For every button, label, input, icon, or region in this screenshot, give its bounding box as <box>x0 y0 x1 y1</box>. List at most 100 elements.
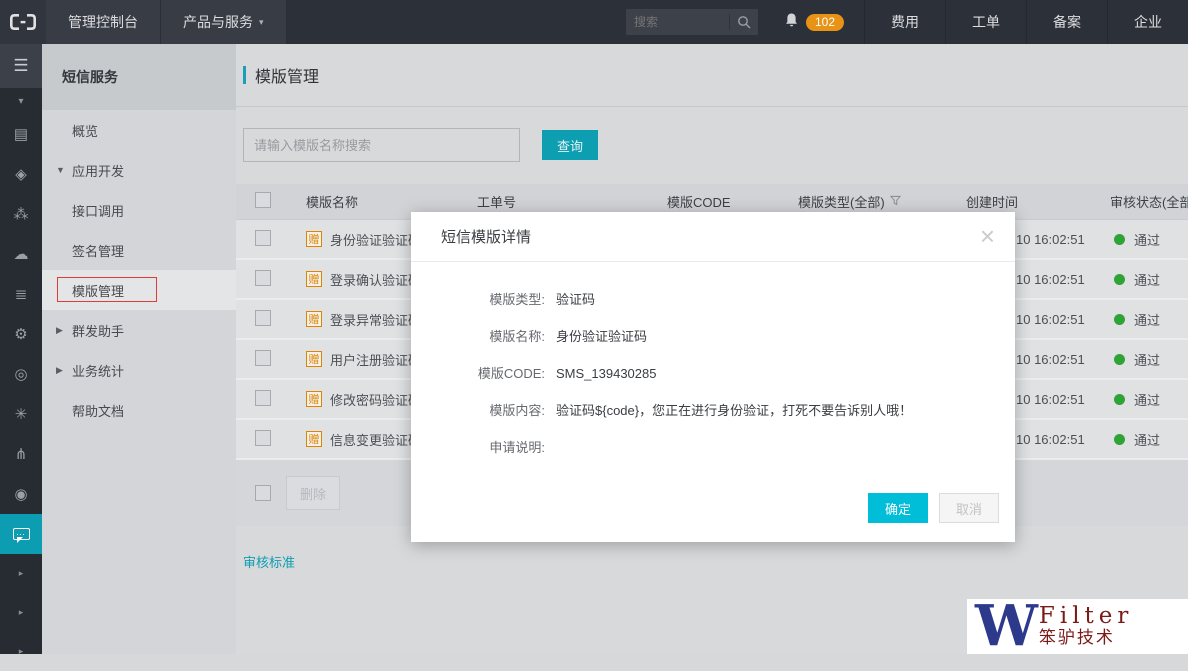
gift-badge: 赠 <box>306 271 322 287</box>
row-checkbox[interactable] <box>255 270 271 286</box>
sidebar: 短信服务 概览 ▼ 应用开发 接口调用 签名管理 模版管理 ▶ 群发助手 ▶ 业… <box>42 44 236 654</box>
status-cell: 通过 <box>1110 350 1188 369</box>
col-header-status-filter[interactable]: 审核状态(全部 <box>1110 192 1188 211</box>
review-standard-link[interactable]: 审核标准 <box>243 552 295 571</box>
gear-icon[interactable]: ⚙ <box>0 314 42 354</box>
status-dot-icon <box>1114 434 1125 445</box>
status-text: 通过 <box>1134 270 1160 289</box>
rail-collapse-icon[interactable]: ▾ <box>0 88 42 114</box>
rail-expand-icon-1[interactable]: ▸ <box>0 554 42 593</box>
status-cell: 通过 <box>1110 430 1188 449</box>
nav-billing[interactable]: 费用 <box>864 0 945 44</box>
notifications[interactable]: 102 <box>784 0 844 44</box>
status-text: 通过 <box>1134 430 1160 449</box>
template-name: 登录异常验证码 <box>330 310 421 329</box>
cancel-button[interactable]: 取消 <box>939 493 999 523</box>
field-label-name: 模版名称: <box>411 326 545 347</box>
delete-button[interactable]: 删除 <box>286 476 340 510</box>
status-dot-icon <box>1114 234 1125 245</box>
toolbar: 查询 <box>243 128 1188 162</box>
template-search-input[interactable] <box>243 128 520 162</box>
nav-beian[interactable]: 备案 <box>1026 0 1107 44</box>
status-dot-icon <box>1114 394 1125 405</box>
footer-select-all-checkbox[interactable] <box>255 485 271 501</box>
nav-ticket[interactable]: 工单 <box>945 0 1026 44</box>
field-row-type: 模版类型: 验证码 <box>411 289 1015 310</box>
sidebar-item-app-dev[interactable]: ▼ 应用开发 <box>42 150 236 190</box>
gift-badge: 赠 <box>306 311 322 327</box>
field-value-code: SMS_139430285 <box>556 363 678 384</box>
nav-console[interactable]: 管理控制台 <box>46 0 161 44</box>
nav-spacer <box>287 0 626 44</box>
eye-icon[interactable]: ◉ <box>0 474 42 514</box>
sidebar-stats-label: 业务统计 <box>72 361 124 380</box>
sidebar-item-template-mgmt[interactable]: 模版管理 <box>42 270 236 310</box>
sidebar-item-signature-mgmt[interactable]: 签名管理 <box>42 230 236 270</box>
row-checkbox[interactable] <box>255 390 271 406</box>
template-name: 信息变更验证码 <box>330 430 421 449</box>
funnel-icon <box>890 194 901 209</box>
field-value-note <box>556 437 578 458</box>
sidebar-overview-label: 概览 <box>72 121 98 140</box>
servers-icon[interactable]: ▤ <box>0 114 42 154</box>
confirm-button[interactable]: 确定 <box>868 493 928 523</box>
chevron-down-icon: ▾ <box>259 17 264 28</box>
row-checkbox[interactable] <box>255 230 271 246</box>
target-icon[interactable]: ◎ <box>0 354 42 394</box>
gift-badge: 赠 <box>306 431 322 447</box>
field-value-name: 身份验证验证码 <box>556 326 669 347</box>
layers-icon[interactable]: ≣ <box>0 274 42 314</box>
row-checkbox[interactable] <box>255 430 271 446</box>
row-checkbox[interactable] <box>255 350 271 366</box>
status-text: 通过 <box>1134 390 1160 409</box>
shield-icon[interactable]: ◈ <box>0 154 42 194</box>
sidebar-item-overview[interactable]: 概览 <box>42 110 236 150</box>
icon-rail: ☰ ▾ ▤ ◈ ⁂ ☁ ≣ ⚙ ◎ ✳ ⋔ ◉ ⋯ ▸ ▸ ▸ <box>0 44 42 654</box>
query-button[interactable]: 查询 <box>542 130 598 160</box>
modal-body: 模版类型: 验证码 模版名称: 身份验证验证码 模版CODE: SMS_1394… <box>411 262 1015 458</box>
field-row-code: 模版CODE: SMS_139430285 <box>411 363 1015 384</box>
expand-down-icon: ▼ <box>56 165 65 175</box>
star-icon[interactable]: ✳ <box>0 394 42 434</box>
nav-products[interactable]: 产品与服务 ▾ <box>161 0 287 44</box>
sidebar-item-bulk-assistant[interactable]: ▶ 群发助手 <box>42 310 236 350</box>
cloud-icon[interactable]: ☁ <box>0 234 42 274</box>
sidebar-item-api-call[interactable]: 接口调用 <box>42 190 236 230</box>
col-header-order: 工单号 <box>477 192 667 211</box>
status-cell: 通过 <box>1110 270 1188 289</box>
sidebar-item-help-docs[interactable]: 帮助文档 <box>42 390 236 430</box>
status-dot-icon <box>1114 314 1125 325</box>
cloud-logo-icon[interactable] <box>0 0 46 44</box>
field-label-content: 模版内容: <box>411 400 545 421</box>
page-header: 模版管理 <box>236 44 1188 107</box>
col-header-code: 模版CODE <box>667 192 798 211</box>
sidebar-service-title: 短信服务 <box>42 44 236 110</box>
col-header-type-filter[interactable]: 模版类型(全部) <box>798 192 966 211</box>
global-search-input[interactable] <box>626 15 729 29</box>
tree-icon[interactable]: ⋔ <box>0 434 42 474</box>
template-name: 身份验证验证码 <box>330 230 421 249</box>
field-value-type: 验证码 <box>556 289 617 310</box>
nodes-icon[interactable]: ⁂ <box>0 194 42 234</box>
bell-icon <box>784 12 799 33</box>
expand-right-icon: ▶ <box>56 325 63 336</box>
select-all-checkbox[interactable] <box>255 192 271 208</box>
nav-ticket-label: 工单 <box>972 12 1000 32</box>
search-icon[interactable] <box>730 15 758 29</box>
sidebar-bulk-label: 群发助手 <box>72 321 124 340</box>
rail-expand-icon-2[interactable]: ▸ <box>0 593 42 632</box>
nav-billing-label: 费用 <box>891 12 919 32</box>
modal-header: 短信模版详情 × <box>411 212 1015 262</box>
sidebar-item-business-stats[interactable]: ▶ 业务统计 <box>42 350 236 390</box>
nav-beian-label: 备案 <box>1053 12 1081 32</box>
hamburger-menu-icon[interactable]: ☰ <box>0 44 42 88</box>
close-icon[interactable]: × <box>980 226 995 247</box>
sms-service-icon[interactable]: ⋯ <box>0 514 42 554</box>
watermark-text: Filter 笨驴技术 <box>1039 605 1134 648</box>
rail-expand-icon-3[interactable]: ▸ <box>0 632 42 671</box>
gift-badge: 赠 <box>306 391 322 407</box>
nav-enterprise-label: 企业 <box>1134 12 1162 32</box>
nav-enterprise[interactable]: 企业 <box>1107 0 1188 44</box>
watermark-w-logo: W <box>975 604 1038 650</box>
row-checkbox[interactable] <box>255 310 271 326</box>
